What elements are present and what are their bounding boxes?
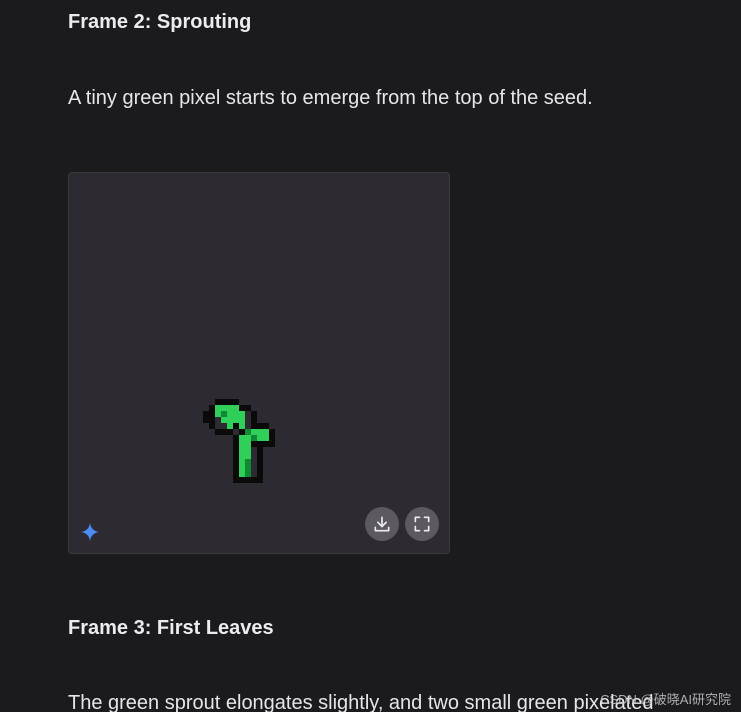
download-button[interactable] <box>365 507 399 541</box>
pixel-sprout-image <box>203 399 275 483</box>
fullscreen-button[interactable] <box>405 507 439 541</box>
frame3-heading: Frame 3: First Leaves <box>68 617 274 639</box>
frame3-description: The green sprout elongates slightly, and… <box>68 692 654 712</box>
watermark-text: CSDN @破晓AI研究院 <box>600 692 731 707</box>
chat-response-page: Frame 2: Sprouting A tiny green pixel st… <box>0 0 741 712</box>
generated-image-card[interactable] <box>68 172 450 554</box>
frame2-description: A tiny green pixel starts to emerge from… <box>68 87 593 109</box>
download-icon <box>374 516 390 532</box>
frame2-heading: Frame 2: Sprouting <box>68 11 252 33</box>
sparkle-icon <box>81 523 99 541</box>
fullscreen-icon <box>414 516 430 532</box>
